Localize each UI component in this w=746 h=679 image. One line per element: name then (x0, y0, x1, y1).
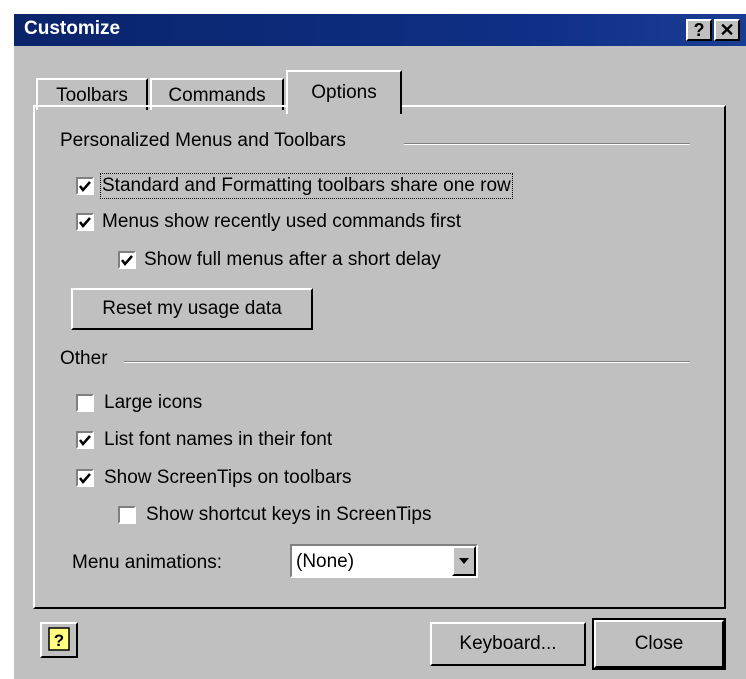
full-menus-label[interactable]: Show full menus after a short delay (144, 249, 441, 271)
reset-usage-button[interactable]: Reset my usage data (71, 288, 313, 330)
shortcut-keys-checkbox[interactable] (118, 506, 136, 524)
tab-toolbars-label: Toolbars (56, 85, 128, 106)
font-names-checkbox[interactable] (76, 431, 94, 449)
recent-first-checkbox[interactable] (76, 213, 94, 231)
whats-this-help-button[interactable]: ? (40, 622, 78, 658)
font-names-label[interactable]: List font names in their font (104, 429, 332, 451)
window-title: Customize (24, 18, 121, 39)
other-heading: Other (60, 348, 108, 369)
help-title-button[interactable]: ? (686, 19, 712, 41)
menu-animations-value: (None) (296, 551, 355, 572)
dropdown-button[interactable] (452, 546, 476, 576)
title-bar: Customize ? ✕ (14, 14, 746, 46)
menu-animations-select[interactable]: (None) (290, 544, 478, 578)
tab-options[interactable]: Options (286, 70, 402, 114)
other-divider (124, 361, 690, 363)
shortcut-keys-label[interactable]: Show shortcut keys in ScreenTips (146, 504, 431, 526)
share-row-label[interactable]: Standard and Formatting toolbars share o… (100, 173, 513, 199)
personalized-divider (404, 143, 690, 145)
recent-first-label[interactable]: Menus show recently used commands first (102, 211, 461, 233)
checkmark-icon (121, 255, 133, 266)
personalized-heading: Personalized Menus and Toolbars (60, 130, 346, 151)
close-button[interactable]: Close (592, 618, 726, 670)
screentips-label[interactable]: Show ScreenTips on toolbars (104, 467, 351, 489)
tab-commands-label: Commands (168, 85, 266, 106)
menu-animations-label: Menu animations: (72, 552, 222, 573)
checkmark-icon (79, 181, 91, 192)
customize-dialog: Customize ? ✕ Toolbars Commands Options … (12, 12, 746, 679)
checkmark-icon (79, 435, 91, 446)
help-icon: ? (48, 627, 70, 651)
checkmark-icon (79, 217, 91, 228)
svg-text:?: ? (54, 631, 64, 650)
checkmark-icon (79, 473, 91, 484)
close-title-button[interactable]: ✕ (714, 19, 740, 41)
screentips-checkbox[interactable] (76, 469, 94, 487)
large-icons-label[interactable]: Large icons (104, 392, 202, 414)
full-menus-checkbox[interactable] (118, 251, 136, 269)
keyboard-button[interactable]: Keyboard... (430, 622, 586, 666)
share-row-checkbox[interactable] (76, 177, 94, 195)
tab-options-label: Options (311, 82, 377, 103)
dropdown-arrow-icon (459, 558, 469, 564)
large-icons-checkbox[interactable] (76, 394, 94, 412)
